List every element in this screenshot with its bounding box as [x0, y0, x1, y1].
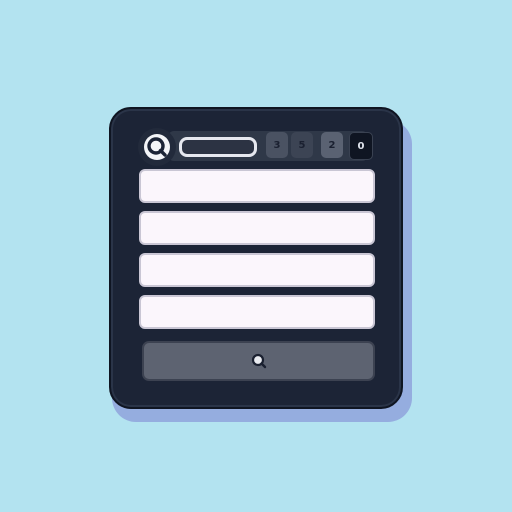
search-submit-button[interactable]	[142, 341, 375, 381]
counter-box-3[interactable]: 2	[321, 132, 343, 158]
text-field-2[interactable]	[139, 211, 375, 245]
search-icon	[251, 353, 266, 369]
search-icon	[144, 134, 170, 160]
text-field-4[interactable]	[139, 295, 375, 329]
search-input[interactable]	[179, 137, 257, 157]
text-field-3[interactable]	[139, 253, 375, 287]
search-logo-button[interactable]	[138, 128, 176, 166]
counter-box-4[interactable]: 0	[349, 132, 373, 160]
stage: 3 5 2 0	[0, 0, 512, 512]
counter-box-1[interactable]: 3	[266, 132, 288, 158]
text-field-1[interactable]	[139, 169, 375, 203]
app-window: 3 5 2 0	[109, 107, 403, 409]
counter-box-2[interactable]: 5	[291, 132, 313, 158]
